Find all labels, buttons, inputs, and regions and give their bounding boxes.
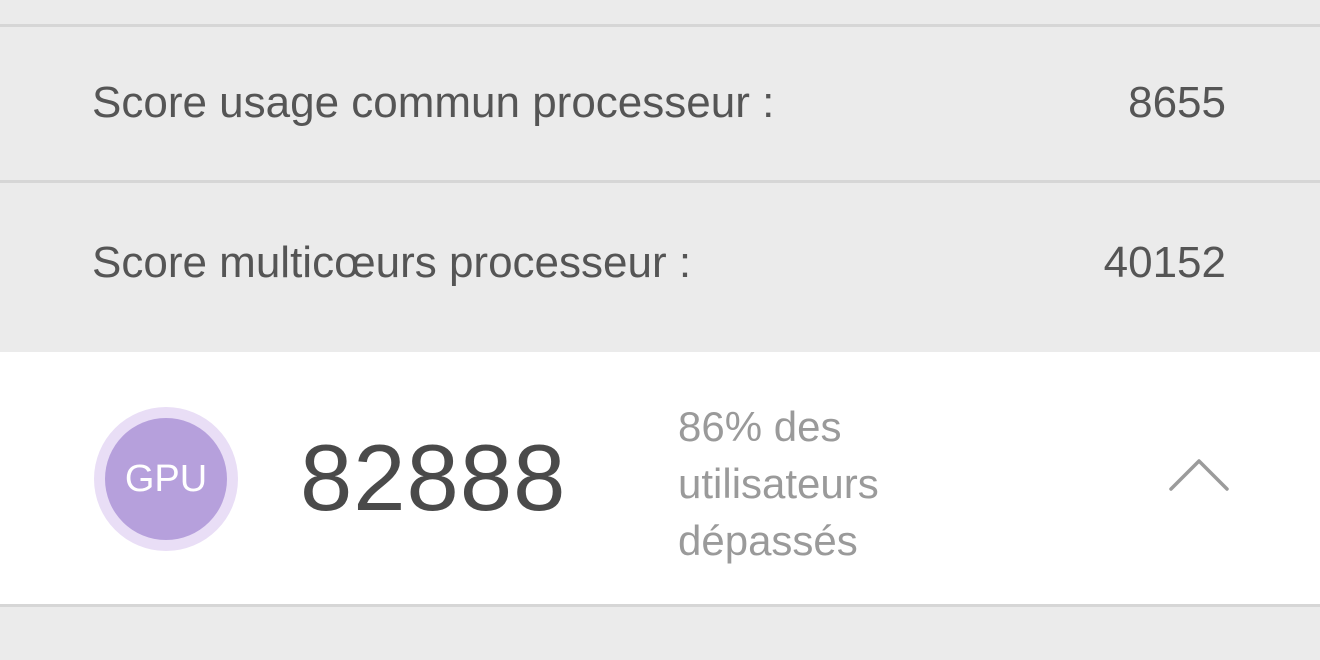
top-divider [0,24,1320,27]
gpu-percentile-text: 86% des utilisateurs dépassés [678,403,879,564]
cpu-single-core-label: Score usage commun processeur : [92,78,775,127]
gpu-badge: GPU [94,407,238,551]
cpu-multi-core-row: Score multicœurs processeur : 40152 [0,185,1320,352]
cpu-multi-core-value: 40152 [1103,238,1226,287]
gpu-score-panel[interactable]: GPU 82888 86% des utilisateurs dépassés [0,352,1320,604]
chevron-up-icon[interactable] [1168,456,1230,492]
cpu-single-core-row: Score usage commun processeur : 8655 [0,28,1320,178]
next-section-strip [0,607,1320,660]
gpu-badge-label: GPU [105,418,227,540]
cpu-single-core-value: 8655 [1128,78,1226,127]
gpu-score-value: 82888 [300,425,567,530]
row-divider [0,180,1320,183]
cpu-multi-core-label: Score multicœurs processeur : [92,238,692,287]
